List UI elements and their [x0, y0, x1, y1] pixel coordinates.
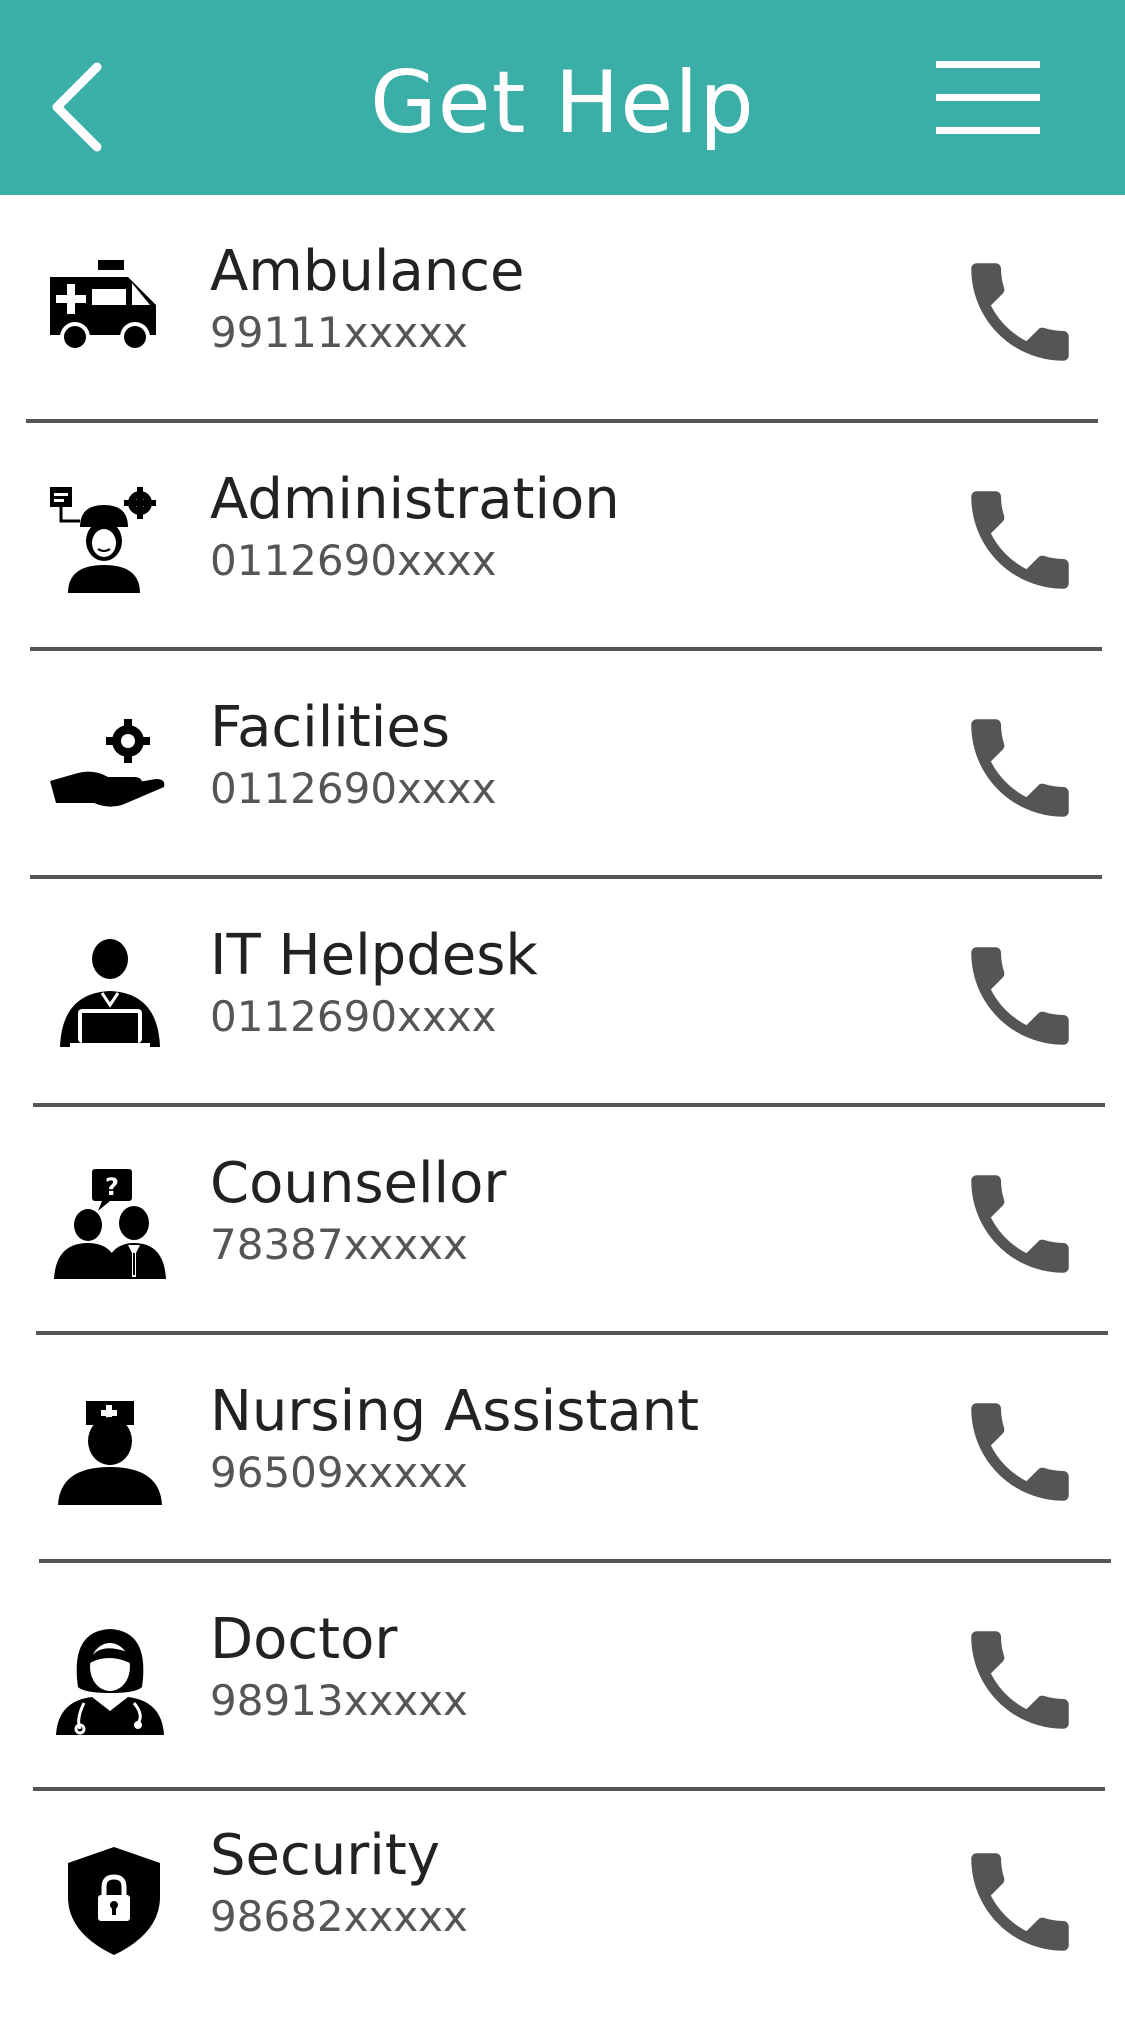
call-button[interactable]: [955, 1159, 1085, 1289]
svg-text:?: ?: [105, 1173, 119, 1201]
call-button[interactable]: [955, 247, 1085, 377]
facilities-icon: [48, 711, 173, 826]
contact-row-doctor[interactable]: Doctor 98913xxxxx: [0, 1563, 1125, 1791]
contact-name: IT Helpdesk: [210, 923, 538, 988]
contact-row-administration[interactable]: Administration 0112690xxxx: [0, 423, 1125, 651]
nurse-icon: [48, 1395, 173, 1510]
doctor-icon: [48, 1623, 173, 1738]
phone-call-icon: [971, 1403, 1069, 1501]
call-button[interactable]: [955, 475, 1085, 605]
phone-call-icon: [971, 1853, 1069, 1951]
hamburger-menu-icon: [936, 61, 1040, 134]
contact-number: 0112690xxxx: [210, 536, 497, 585]
phone-call-icon: [971, 1175, 1069, 1273]
call-button[interactable]: [955, 931, 1085, 1061]
contact-row-facilities[interactable]: Facilities 0112690xxxx: [0, 651, 1125, 879]
call-button[interactable]: [955, 1615, 1085, 1745]
contact-number: 0112690xxxx: [210, 764, 497, 813]
contact-row-ambulance[interactable]: Ambulance 99111xxxxx: [0, 195, 1125, 423]
app-header: Get Help: [0, 0, 1125, 195]
call-button[interactable]: [955, 703, 1085, 833]
contact-row-it-helpdesk[interactable]: IT Helpdesk 0112690xxxx: [0, 879, 1125, 1107]
contact-number: 98913xxxxx: [210, 1676, 468, 1725]
contact-name: Administration: [210, 467, 620, 532]
contact-name: Nursing Assistant: [210, 1379, 700, 1444]
contact-number: 96509xxxxx: [210, 1448, 468, 1497]
contact-name: Facilities: [210, 695, 450, 760]
phone-call-icon: [971, 1631, 1069, 1729]
contact-name: Counsellor: [210, 1151, 507, 1216]
call-button[interactable]: [955, 1387, 1085, 1517]
contact-row-counsellor[interactable]: ? Counsellor 78387xxxxx: [0, 1107, 1125, 1335]
security-shield-icon: [48, 1843, 173, 1958]
contact-name: Ambulance: [210, 239, 525, 304]
call-button[interactable]: [955, 1837, 1085, 1967]
help-contact-list: Ambulance 99111xxxxx Administration 0112…: [0, 195, 1125, 2019]
contact-number: 78387xxxxx: [210, 1220, 468, 1269]
contact-number: 99111xxxxx: [210, 308, 468, 357]
phone-call-icon: [971, 491, 1069, 589]
contact-row-nursing-assistant[interactable]: Nursing Assistant 96509xxxxx: [0, 1335, 1125, 1563]
contact-name: Security: [210, 1823, 440, 1888]
it-helpdesk-icon: [48, 939, 173, 1054]
contact-number: 98682xxxxx: [210, 1892, 468, 1941]
counsellor-icon: ?: [48, 1167, 173, 1282]
menu-button[interactable]: [930, 55, 1045, 140]
contact-number: 0112690xxxx: [210, 992, 497, 1041]
contact-row-security[interactable]: Security 98682xxxxx: [0, 1791, 1125, 2019]
contact-name: Doctor: [210, 1607, 398, 1672]
phone-call-icon: [971, 947, 1069, 1045]
ambulance-icon: [48, 255, 173, 370]
administrator-icon: [48, 483, 173, 598]
phone-call-icon: [971, 263, 1069, 361]
phone-call-icon: [971, 719, 1069, 817]
